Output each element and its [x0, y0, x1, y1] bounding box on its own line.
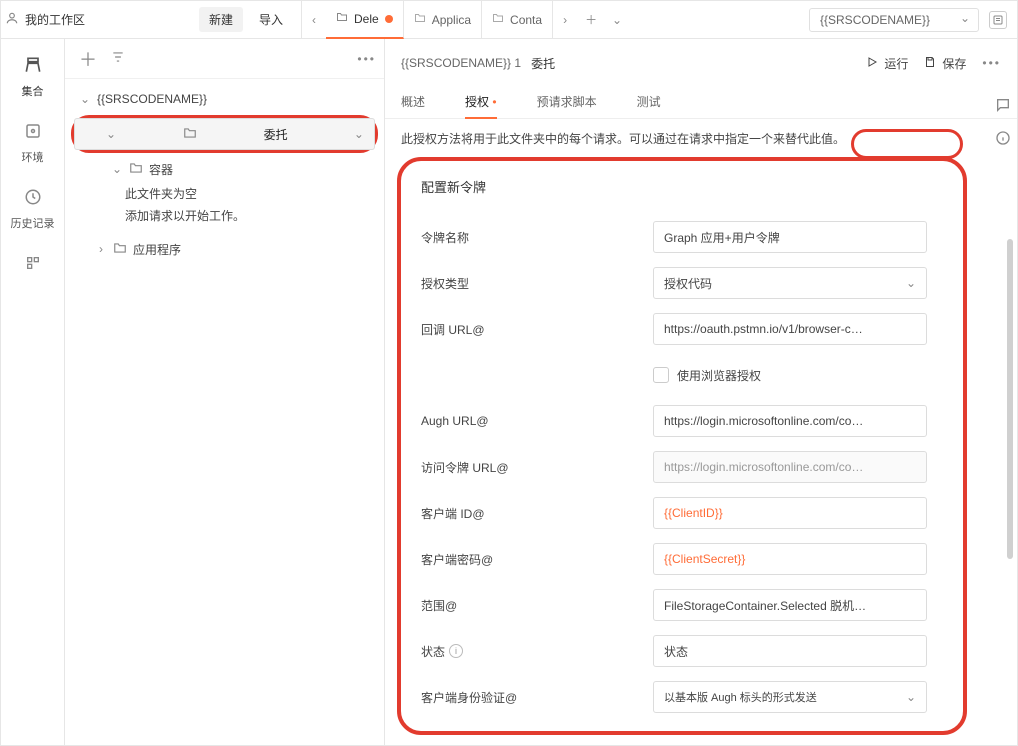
panel-heading: 配置新令牌 — [421, 177, 927, 196]
import-button[interactable]: 导入 — [251, 7, 291, 32]
file-tab-label: Conta — [510, 13, 542, 27]
label-token-name: 令牌名称 — [421, 229, 641, 246]
folder-icon — [129, 161, 143, 178]
folder-icon — [183, 126, 197, 143]
label-callback-url: 回调 URL@ — [421, 321, 641, 338]
breadcrumb-root[interactable]: {{SRSCODENAME}} 1 — [401, 56, 521, 70]
environment-selector[interactable]: {{SRSCODENAME}} — [809, 8, 979, 32]
file-tab-label: Dele — [354, 12, 379, 26]
tree-node-app[interactable]: › 应用程序 — [65, 235, 384, 263]
input-scope[interactable] — [653, 589, 927, 621]
nav-history[interactable]: 历史记录 — [11, 179, 55, 235]
select-client-auth[interactable]: 以基本版 Augh 标头的形式发送 — [653, 681, 927, 713]
environment-name: {{SRSCODENAME}} — [820, 13, 930, 27]
input-client-secret[interactable] — [653, 543, 927, 575]
chevron-down-icon: ⌄ — [79, 92, 91, 106]
label-client-id: 客户端 ID@ — [421, 505, 641, 522]
label-access-token-url: 访问令牌 URL@ — [421, 459, 641, 476]
new-tab-button[interactable]: ＋ — [577, 11, 605, 28]
label-grant-type: 授权类型 — [421, 275, 641, 292]
configure-token-panel: 配置新令牌 令牌名称 授权类型 授权代码 回调 URL@ — [397, 157, 967, 735]
grid-icon — [19, 249, 47, 277]
save-icon — [924, 56, 936, 71]
label-client-auth: 客户端身份验证@ — [421, 689, 641, 706]
breadcrumb-current: 委托 — [531, 55, 555, 72]
input-client-id[interactable] — [653, 497, 927, 529]
chevron-down-icon: ⌄ — [111, 162, 123, 176]
file-tab-1[interactable]: Applica — [404, 1, 482, 39]
folder-icon — [113, 241, 127, 258]
label-client-secret: 客户端密码@ — [421, 551, 641, 568]
help-icon[interactable]: i — [449, 644, 463, 658]
input-access-token-url[interactable] — [653, 451, 927, 483]
input-callback-url[interactable] — [653, 313, 927, 345]
file-tab-label: Applica — [432, 13, 471, 27]
label-auth-url: Augh URL@ — [421, 414, 641, 428]
nav-more[interactable] — [19, 245, 47, 281]
tree-add-button[interactable]: ＋ — [73, 46, 103, 72]
play-icon — [866, 56, 878, 71]
tab-authorization[interactable]: 授权 • — [465, 93, 497, 118]
nav-collections[interactable]: 集合 — [19, 47, 47, 103]
modified-dot: • — [489, 95, 497, 109]
tree-empty-line1: 此文件夹为空 — [65, 183, 384, 205]
folder-icon — [414, 12, 426, 27]
label-state: 状态 i — [421, 643, 641, 660]
folder-icon — [492, 12, 504, 27]
new-button[interactable]: 新建 — [199, 7, 243, 32]
tree-empty-line2: 添加请求以开始工作。 — [65, 205, 384, 227]
label-scope: 范围@ — [421, 597, 641, 614]
nav-environments[interactable]: 环境 — [19, 113, 47, 169]
collections-icon — [19, 51, 47, 79]
workspace-name[interactable]: 我的工作区 — [25, 11, 85, 28]
tree-filter-icon[interactable] — [111, 50, 125, 67]
file-tab-2[interactable]: Conta — [482, 1, 553, 39]
tree-more-button[interactable]: ••• — [357, 52, 376, 66]
save-button[interactable]: 保存 — [924, 55, 966, 72]
input-state[interactable] — [653, 635, 927, 667]
chevron-right-icon: › — [95, 242, 107, 256]
info-icon[interactable] — [995, 130, 1011, 149]
input-token-name[interactable] — [653, 221, 927, 253]
tabs-prev[interactable]: ‹ — [302, 1, 326, 39]
modified-indicator-icon — [385, 15, 393, 23]
tabs-menu[interactable]: ⌄ — [605, 1, 629, 39]
folder-icon — [336, 11, 348, 26]
checkbox-browser-auth[interactable] — [653, 367, 669, 383]
comments-icon[interactable] — [995, 97, 1011, 116]
input-auth-url[interactable] — [653, 405, 927, 437]
environment-quicklook-icon[interactable] — [989, 11, 1007, 29]
chevron-down-icon: ⌄ — [105, 127, 117, 141]
tree-node-container[interactable]: ⌄ 容器 — [65, 155, 384, 183]
tab-prerequest[interactable]: 预请求脚本 — [537, 93, 597, 118]
history-icon — [19, 183, 47, 211]
auth-notice: 此授权方法将用于此文件夹中的每个请求。可以通过在请求中指定一个来替代此值。 — [385, 119, 945, 153]
tab-overview[interactable]: 概述 — [401, 93, 425, 118]
tree-node-delegated[interactable]: ⌄ 委托 — [74, 118, 375, 150]
tabs-next[interactable]: › — [553, 1, 577, 39]
file-tab-0[interactable]: Dele — [326, 1, 404, 39]
run-button[interactable]: 运行 — [866, 55, 908, 72]
content-more-button[interactable]: ••• — [982, 56, 1001, 70]
select-grant-type[interactable]: 授权代码 — [653, 267, 927, 299]
label-use-browser: 使用浏览器授权 — [677, 367, 761, 384]
environments-icon — [19, 117, 47, 145]
user-icon — [5, 11, 19, 28]
tab-tests[interactable]: 测试 — [637, 93, 661, 118]
tree-node-root[interactable]: ⌄ {{SRSCODENAME}} — [65, 85, 384, 113]
